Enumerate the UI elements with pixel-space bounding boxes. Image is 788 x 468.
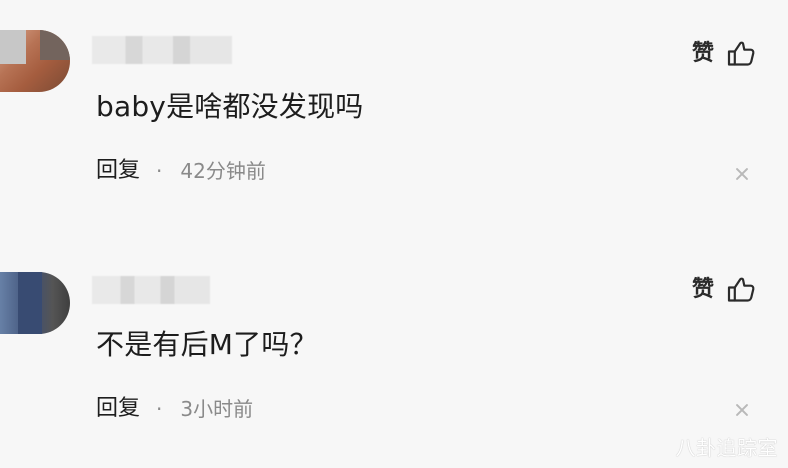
meta-separator: · [156, 397, 163, 421]
username-redacted[interactable] [92, 36, 232, 64]
like-label: 赞 [691, 277, 714, 302]
like-button[interactable]: 赞 [692, 40, 756, 68]
thumbs-up-icon[interactable] [726, 40, 756, 68]
thumbs-up-icon[interactable] [726, 276, 756, 304]
comment-meta: 回复 · 42分钟前 [96, 160, 266, 182]
avatar[interactable] [0, 272, 70, 334]
comment-text: 不是有后M了吗？ [96, 328, 318, 361]
reply-button[interactable]: 回复 [96, 160, 140, 182]
avatar[interactable] [0, 30, 70, 92]
close-icon[interactable] [734, 166, 750, 182]
reply-button[interactable]: 回复 [96, 398, 140, 420]
like-button[interactable]: 赞 [692, 276, 756, 304]
timestamp: 3小时前 [180, 397, 254, 421]
meta-separator: · [156, 159, 163, 183]
comment-item-1: 赞 baby是啥都没发现吗 回复 · 42分钟前 [0, 0, 788, 234]
comment-text: baby是啥都没发现吗 [96, 90, 364, 123]
watermark-text: 八卦追踪室 [675, 436, 778, 460]
comment-meta: 回复 · 3小时前 [96, 398, 253, 420]
comment-item-2: 赞 不是有后M了吗？ 回复 · 3小时前 [0, 234, 788, 468]
close-icon[interactable] [734, 402, 750, 418]
like-label: 赞 [691, 41, 714, 66]
username-redacted[interactable] [92, 276, 210, 304]
timestamp: 42分钟前 [180, 159, 266, 183]
